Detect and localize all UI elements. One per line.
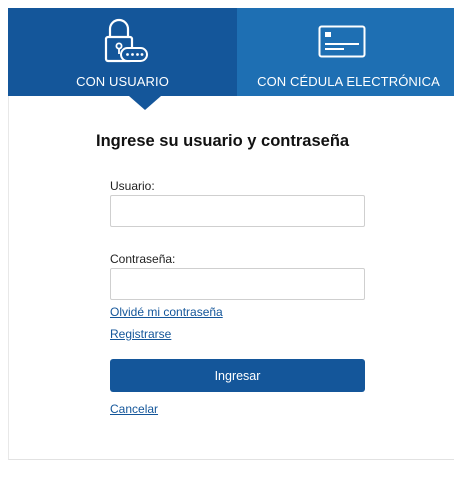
tab-con-usuario[interactable]: CON USUARIO (8, 8, 237, 96)
tab-con-usuario-label: CON USUARIO (76, 74, 169, 89)
ingresar-button[interactable]: Ingresar (110, 359, 365, 392)
password-label: Contraseña: (110, 252, 176, 266)
username-label: Usuario: (110, 179, 155, 193)
cancel-link[interactable]: Cancelar (110, 402, 158, 416)
tab-con-cedula-label: CON CÉDULA ELECTRÓNICA (257, 74, 440, 89)
forgot-password-link[interactable]: Olvidé mi contraseña (110, 305, 223, 319)
form-title: Ingrese su usuario y contraseña (96, 132, 350, 150)
id-card-icon (318, 25, 366, 64)
tab-con-cedula-electronica[interactable]: CON CÉDULA ELECTRÓNICA (237, 8, 454, 96)
password-input[interactable] (110, 268, 365, 300)
padlock-password-icon (104, 17, 148, 68)
ingresar-button-label: Ingresar (214, 368, 261, 383)
login-method-tabs: CON USUARIO CON CÉDULA ELECTRÓNICA (8, 8, 454, 96)
username-input[interactable] (110, 195, 365, 227)
active-tab-pointer (129, 96, 161, 110)
register-link[interactable]: Registrarse (110, 327, 171, 341)
